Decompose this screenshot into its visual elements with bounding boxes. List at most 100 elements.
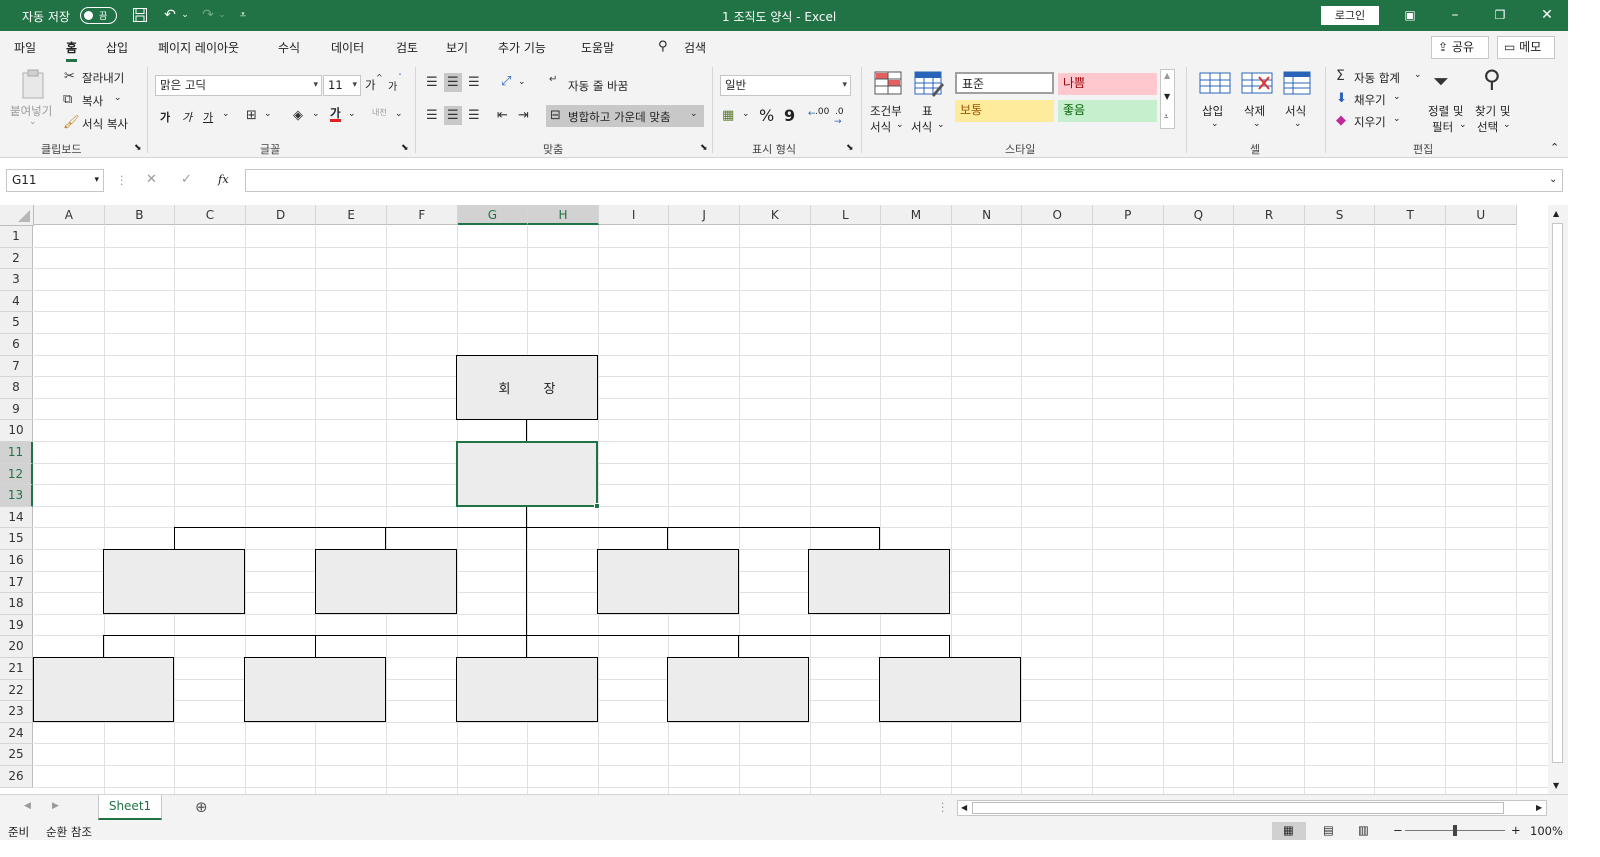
- close-icon[interactable]: ✕: [1537, 4, 1557, 26]
- select-all-button[interactable]: [0, 205, 34, 226]
- copy-dropdown-icon[interactable]: ⌄: [114, 93, 122, 103]
- worksheet-grid[interactable]: ABCDEFGHIJKLMNOPQRSTU 1 2 3 4 5 6 7 8 9 10 11 12 13 1…: [0, 205, 1548, 794]
- scroll-down-icon[interactable]: ▼: [1553, 781, 1559, 790]
- name-box[interactable]: G11 ▾: [6, 169, 104, 192]
- orientation-dropdown-icon[interactable]: ⌄: [518, 77, 526, 87]
- conditional-dropdown-icon[interactable]: ⌄: [896, 120, 904, 130]
- conditional-formatting-icon[interactable]: [874, 71, 902, 98]
- align-left-icon[interactable]: ☰: [426, 109, 438, 122]
- undo-dropdown-icon[interactable]: ⌄: [180, 4, 190, 26]
- normal-view-button[interactable]: ▦: [1272, 822, 1306, 840]
- zoom-out-button[interactable]: −: [1393, 823, 1403, 837]
- org-box-chairman[interactable]: 회 장: [456, 355, 598, 420]
- column-header-g[interactable]: G: [457, 205, 529, 225]
- status-circular-reference[interactable]: 순환 참조: [46, 824, 92, 840]
- row-header-2[interactable]: 2: [0, 247, 33, 270]
- phonetic-dropdown-icon[interactable]: ⌄: [395, 109, 403, 119]
- row-header-19[interactable]: 19: [0, 614, 33, 637]
- format-cells-icon[interactable]: [1283, 71, 1311, 98]
- fill-color-icon[interactable]: ◈: [293, 109, 303, 122]
- tab-formulas[interactable]: 수식: [278, 39, 300, 56]
- style-good[interactable]: 좋음: [1058, 100, 1157, 122]
- fill-dropdown-icon[interactable]: ⌄: [1393, 92, 1401, 102]
- sheet-tab-sheet1[interactable]: Sheet1: [98, 795, 162, 820]
- tab-insert[interactable]: 삽입: [106, 39, 128, 56]
- org-box-level4[interactable]: [879, 657, 1021, 722]
- find-select-icon[interactable]: ⚲: [1483, 67, 1501, 91]
- format-dropdown-icon[interactable]: ⌄: [1294, 119, 1302, 129]
- sort-filter-dropdown-icon[interactable]: ⌄: [1459, 120, 1467, 130]
- customize-qat-icon[interactable]: ⩡: [236, 4, 250, 26]
- grow-font-button[interactable]: 가: [365, 77, 376, 93]
- vertical-scroll-thumb[interactable]: [1552, 223, 1563, 763]
- format-painter-button[interactable]: 서식 복사: [82, 116, 128, 132]
- column-header-p[interactable]: P: [1093, 205, 1164, 225]
- org-box-level3[interactable]: [103, 549, 245, 614]
- number-launcher-icon[interactable]: ⬊: [846, 143, 854, 153]
- row-header-22[interactable]: 22: [0, 679, 33, 702]
- fill-color-dropdown-icon[interactable]: ⌄: [312, 109, 320, 119]
- column-header-q[interactable]: Q: [1163, 205, 1235, 225]
- clipboard-launcher-icon[interactable]: ⬊: [134, 143, 142, 153]
- tab-file[interactable]: 파일: [14, 39, 36, 56]
- zoom-level[interactable]: 100%: [1530, 824, 1563, 838]
- format-cells-button[interactable]: 서식: [1285, 103, 1306, 119]
- page-break-view-icon[interactable]: ▥: [1358, 823, 1369, 837]
- find-select-dropdown-icon[interactable]: ⌄: [1503, 120, 1511, 130]
- row-header-14[interactable]: 14: [0, 506, 33, 529]
- row-header-21[interactable]: 21: [0, 658, 33, 680]
- underline-dropdown-icon[interactable]: ⌄: [222, 109, 230, 119]
- borders-icon[interactable]: ⊞: [246, 109, 257, 122]
- tab-help[interactable]: 도움말: [581, 39, 614, 56]
- row-header-12[interactable]: 12: [0, 463, 33, 486]
- row-header-9[interactable]: 9: [0, 398, 33, 421]
- wrap-text-button[interactable]: 자동 줄 바꿈: [568, 78, 628, 94]
- comma-button[interactable]: 9: [784, 106, 795, 125]
- row-header-4[interactable]: 4: [0, 290, 33, 313]
- row-header-20[interactable]: 20: [0, 636, 33, 658]
- delete-cells-icon[interactable]: [1241, 71, 1273, 98]
- decrease-decimal-button[interactable]: .0: [835, 107, 844, 117]
- login-button[interactable]: 로그인: [1321, 6, 1379, 25]
- row-header-26[interactable]: 26: [0, 766, 33, 788]
- sort-filter-label-2[interactable]: 필터: [1432, 119, 1453, 135]
- vertical-scrollbar[interactable]: ▲ ▼: [1548, 205, 1568, 794]
- column-header-k[interactable]: K: [740, 205, 811, 225]
- phonetic-button[interactable]: 내천: [372, 107, 387, 118]
- sort-filter-label-1[interactable]: 정렬 및: [1428, 103, 1463, 119]
- percent-button[interactable]: %: [759, 106, 774, 125]
- share-button[interactable]: ⇪ 공유: [1431, 36, 1489, 59]
- bold-button[interactable]: 가: [160, 109, 170, 125]
- align-bottom-icon[interactable]: ☰: [468, 76, 480, 89]
- next-sheet-icon[interactable]: ▶: [52, 801, 59, 811]
- column-header-c[interactable]: C: [175, 205, 246, 225]
- column-header-t[interactable]: T: [1375, 205, 1446, 225]
- row-header-13[interactable]: 13: [0, 485, 33, 507]
- column-header-s[interactable]: S: [1304, 205, 1376, 225]
- clear-button[interactable]: 지우기: [1354, 114, 1386, 130]
- conditional-formatting-label-1[interactable]: 조건부: [870, 103, 902, 119]
- gallery-up-icon[interactable]: ▲: [1164, 71, 1170, 80]
- row-header-16[interactable]: 16: [0, 550, 33, 572]
- merge-center-button[interactable]: ⊟ 병합하고 가운데 맞춤 ⌄: [546, 105, 704, 127]
- row-header-17[interactable]: 17: [0, 571, 33, 594]
- org-box-level4[interactable]: [33, 657, 174, 722]
- tab-view[interactable]: 보기: [446, 39, 468, 56]
- delete-cells-button[interactable]: 삭제: [1244, 103, 1265, 119]
- delete-dropdown-icon[interactable]: ⌄: [1253, 119, 1261, 129]
- accounting-format-icon[interactable]: ▦: [722, 109, 734, 122]
- fill-button[interactable]: 채우기: [1354, 92, 1386, 108]
- borders-dropdown-icon[interactable]: ⌄: [264, 109, 272, 119]
- column-header-b[interactable]: B: [104, 205, 176, 225]
- tab-home[interactable]: 홈: [66, 39, 78, 62]
- column-header-f[interactable]: F: [387, 205, 458, 225]
- find-select-label-2[interactable]: 선택: [1477, 119, 1498, 135]
- conditional-formatting-label-2[interactable]: 서식: [870, 119, 891, 135]
- font-color-button[interactable]: 가: [330, 107, 341, 122]
- increase-decimal-button[interactable]: .00: [815, 107, 829, 117]
- column-header-r[interactable]: R: [1234, 205, 1305, 225]
- org-box-level3[interactable]: [597, 549, 739, 614]
- autosave-toggle[interactable]: 끔: [80, 7, 117, 24]
- row-header-6[interactable]: 6: [0, 334, 33, 356]
- zoom-in-button[interactable]: +: [1511, 823, 1521, 837]
